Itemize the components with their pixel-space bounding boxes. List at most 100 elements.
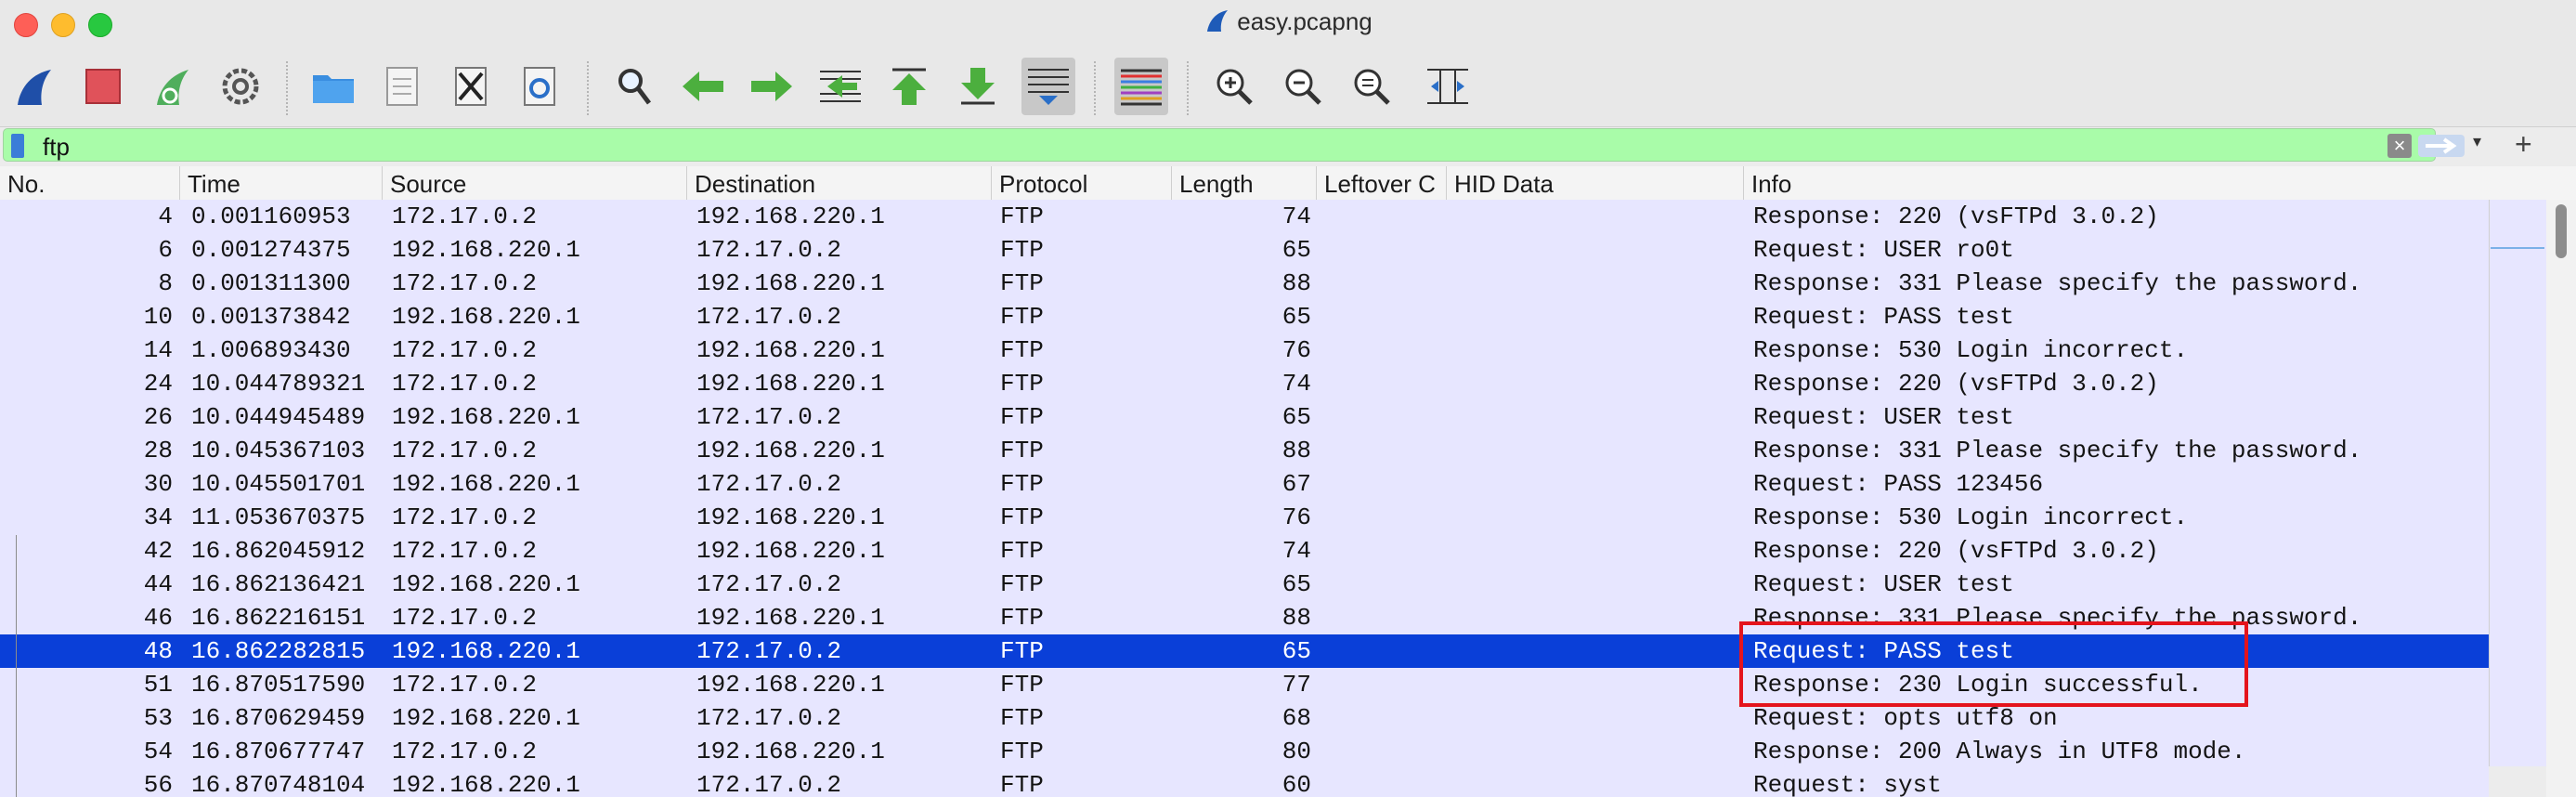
packet-row[interactable]: 53 16.870629459 192.168.220.1 172.17.0.2 FTP… <box>0 701 2489 735</box>
cell-info: Request: USER test <box>1753 570 2014 598</box>
close-file-icon[interactable] <box>444 58 498 115</box>
add-filter-button-icon[interactable]: + <box>2515 127 2532 162</box>
cell-info: Response: 220 (vsFTPd 3.0.2) <box>1753 370 2159 398</box>
filter-bookmark-icon[interactable] <box>11 134 24 158</box>
go-first-packet-icon[interactable] <box>882 58 936 115</box>
packet-minimap[interactable] <box>2489 200 2548 766</box>
find-packet-icon[interactable] <box>607 58 661 115</box>
packet-row[interactable]: 8 0.001311300 172.17.0.2 192.168.220.1 FTP 88… <box>0 267 2489 300</box>
cell-info: Response: 530 Login incorrect. <box>1753 503 2189 531</box>
column-length[interactable]: Length <box>1172 166 1317 200</box>
shark-fin-start-icon[interactable] <box>7 58 61 115</box>
cell-no: 44 <box>143 570 173 598</box>
packet-row[interactable]: 28 10.045367103 172.17.0.2 192.168.220.1 FTP… <box>0 434 2489 467</box>
open-file-icon[interactable] <box>306 58 360 115</box>
column-hid-data[interactable]: HID Data <box>1447 166 1744 200</box>
zoom-out-icon[interactable] <box>1276 58 1330 115</box>
packet-row[interactable]: 14 1.006893430 172.17.0.2 192.168.220.1 FTP 7… <box>0 333 2489 367</box>
packet-row[interactable]: 51 16.870517590 172.17.0.2 192.168.220.1 FTP… <box>0 668 2489 701</box>
filter-history-dropdown-icon[interactable]: ▾ <box>2473 132 2481 151</box>
cell-source: 172.17.0.2 <box>392 370 538 398</box>
column-leftover[interactable]: Leftover C <box>1317 166 1447 200</box>
colorize-icon[interactable] <box>1114 58 1168 115</box>
go-to-packet-icon[interactable] <box>813 58 867 115</box>
packet-row[interactable]: 4 0.001160953 172.17.0.2 192.168.220.1 FTP 74… <box>0 200 2489 233</box>
cell-length: 74 <box>1281 203 1311 230</box>
cell-no: 51 <box>143 671 173 699</box>
go-back-icon[interactable] <box>676 58 730 115</box>
capture-options-icon[interactable] <box>214 58 267 115</box>
cell-source: 172.17.0.2 <box>392 203 538 230</box>
packet-row[interactable]: 34 11.053670375 172.17.0.2 192.168.220.1 FTP… <box>0 501 2489 534</box>
go-forward-icon[interactable] <box>745 58 799 115</box>
column-info[interactable]: Info <box>1744 166 2576 200</box>
stop-capture-icon[interactable] <box>76 58 130 115</box>
go-last-packet-icon[interactable] <box>951 58 1005 115</box>
packet-row[interactable]: 30 10.045501701 192.168.220.1 172.17.0.2 FTP… <box>0 467 2489 501</box>
column-no[interactable]: No. <box>0 166 180 200</box>
cell-length: 88 <box>1281 437 1311 464</box>
cell-protocol: FTP <box>1000 269 1044 297</box>
column-source[interactable]: Source <box>383 166 687 200</box>
column-protocol[interactable]: Protocol <box>992 166 1172 200</box>
packet-row[interactable]: 42 16.862045912 172.17.0.2 192.168.220.1 FTP… <box>0 534 2489 568</box>
cell-protocol: FTP <box>1000 537 1044 565</box>
cell-destination: 172.17.0.2 <box>696 704 842 732</box>
zoom-in-icon[interactable] <box>1207 58 1261 115</box>
cell-source: 192.168.220.1 <box>392 403 580 431</box>
cell-protocol: FTP <box>1000 303 1044 331</box>
cell-length: 65 <box>1281 236 1311 264</box>
packet-row[interactable]: 10 0.001373842 192.168.220.1 172.17.0.2 FTP 6… <box>0 300 2489 333</box>
cell-protocol: FTP <box>1000 470 1044 498</box>
save-file-icon[interactable] <box>375 58 429 115</box>
packet-list-header: No. Time Source Destination Protocol Len… <box>0 166 2576 201</box>
cell-protocol: FTP <box>1000 671 1044 699</box>
apply-filter-icon[interactable] <box>2418 135 2465 157</box>
cell-no: 26 <box>143 403 173 431</box>
cell-time: 16.870629459 <box>191 704 366 732</box>
cell-destination: 192.168.220.1 <box>696 738 885 765</box>
cell-protocol: FTP <box>1000 203 1044 230</box>
cell-length: 65 <box>1281 403 1311 431</box>
cell-time: 10.045367103 <box>191 437 366 464</box>
autoscroll-icon[interactable] <box>1021 58 1075 115</box>
cell-info: Request: USER ro0t <box>1753 236 2014 264</box>
cell-info: Response: 230 Login successful. <box>1753 671 2203 699</box>
cell-info: Request: opts utf8 on <box>1753 704 2058 732</box>
cell-source: 172.17.0.2 <box>392 269 538 297</box>
cell-protocol: FTP <box>1000 637 1044 665</box>
resize-columns-icon[interactable] <box>1421 58 1475 115</box>
packet-row[interactable]: 44 16.862136421 192.168.220.1 172.17.0.2 FTP… <box>0 568 2489 601</box>
column-destination[interactable]: Destination <box>687 166 992 200</box>
cell-time: 16.870517590 <box>191 671 366 699</box>
restart-capture-icon[interactable] <box>145 58 199 115</box>
display-filter-input[interactable]: ftp × <box>3 128 2465 162</box>
vertical-scrollbar[interactable] <box>2546 200 2576 797</box>
packet-row[interactable]: 26 10.044945489 192.168.220.1 172.17.0.2 FTP… <box>0 400 2489 434</box>
cell-info: Response: 331 Please specify the passwor… <box>1753 437 2362 464</box>
cell-length: 88 <box>1281 269 1311 297</box>
normal-size-icon[interactable] <box>1345 58 1399 115</box>
cell-destination: 172.17.0.2 <box>696 771 842 797</box>
packet-row[interactable]: 46 16.862216151 172.17.0.2 192.168.220.1 FTP… <box>0 601 2489 634</box>
cell-time: 16.862216151 <box>191 604 366 632</box>
packet-row[interactable]: 54 16.870677747 172.17.0.2 192.168.220.1 FTP… <box>0 735 2489 768</box>
packet-row-selected[interactable]: 48 16.862282815 192.168.220.1 172.17.0.2 FTP… <box>0 634 2489 668</box>
column-time[interactable]: Time <box>180 166 383 200</box>
packet-row[interactable]: 56 16.870748104 192.168.220.1 172.17.0.2 FTP… <box>0 768 2489 797</box>
cell-source: 172.17.0.2 <box>392 503 538 531</box>
packet-list[interactable]: 4 0.001160953 172.17.0.2 192.168.220.1 FTP 74… <box>0 200 2489 797</box>
packet-row[interactable]: 6 0.001274375 192.168.220.1 172.17.0.2 FTP 65… <box>0 233 2489 267</box>
cell-info: Response: 220 (vsFTPd 3.0.2) <box>1753 203 2159 230</box>
reload-file-icon[interactable] <box>513 58 566 115</box>
clear-filter-icon[interactable]: × <box>2387 134 2412 158</box>
cell-info: Request: PASS test <box>1753 637 2014 665</box>
window-title: easy.pcapng <box>1237 7 1373 35</box>
scrollbar-thumb[interactable] <box>2556 204 2567 258</box>
filter-text: ftp <box>43 133 70 161</box>
packet-row[interactable]: 24 10.044789321 172.17.0.2 192.168.220.1 FTP… <box>0 367 2489 400</box>
cell-no: 24 <box>143 370 173 398</box>
cell-destination: 172.17.0.2 <box>696 470 842 498</box>
cell-no: 28 <box>143 437 173 464</box>
main-toolbar <box>0 52 2576 127</box>
